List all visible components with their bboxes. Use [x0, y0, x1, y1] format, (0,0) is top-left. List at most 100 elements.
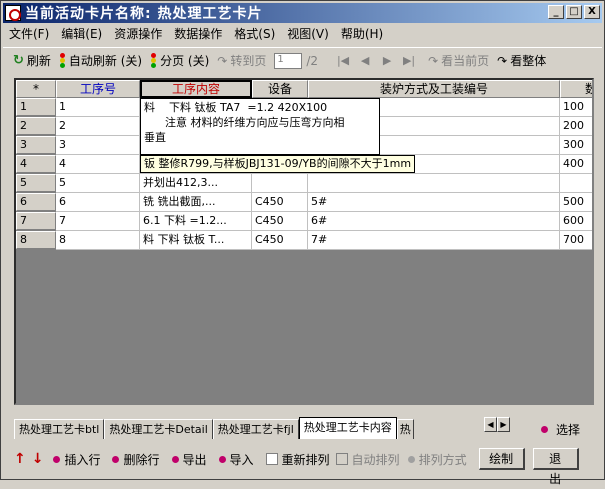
- menu-format[interactable]: 格式(S): [228, 25, 281, 42]
- resort-label: 重新排列: [281, 452, 330, 467]
- import-label: 导入: [229, 452, 254, 467]
- cell-content[interactable]: 铣 铣出截面,...: [140, 193, 252, 212]
- cell-qty[interactable]: 500: [560, 193, 592, 212]
- maximize-button[interactable]: □: [566, 5, 582, 19]
- cell-method[interactable]: [308, 174, 560, 193]
- cell-seq[interactable]: 2: [56, 117, 140, 136]
- sort-mode-dot-icon: [407, 455, 415, 463]
- view-current-label: 看当前页: [441, 54, 490, 68]
- menu-file[interactable]: 文件(F): [3, 25, 55, 42]
- cell-seq[interactable]: 3: [56, 136, 140, 155]
- row-header[interactable]: 7: [16, 212, 56, 230]
- row-header[interactable]: 1: [16, 98, 56, 116]
- auto-refresh-button[interactable]: 自动刷新 (关): [59, 52, 142, 69]
- cell-seq[interactable]: 5: [56, 174, 140, 193]
- menu-view[interactable]: 视图(V): [281, 25, 335, 42]
- grid-corner[interactable]: *: [16, 80, 56, 98]
- paging-label: 分页 (关): [160, 54, 210, 68]
- row-header[interactable]: 8: [16, 231, 56, 249]
- cell-equipment[interactable]: C450: [252, 231, 308, 250]
- col-header-seq[interactable]: 工序号: [56, 80, 140, 98]
- page-input[interactable]: 1: [274, 52, 303, 69]
- menu-data[interactable]: 数据操作: [168, 25, 228, 42]
- col-header-method[interactable]: 装炉方式及工装编号: [308, 80, 560, 98]
- cell-seq[interactable]: 4: [56, 155, 140, 174]
- tab-scroll-left-icon[interactable]: ◀: [484, 417, 497, 432]
- content-tooltip: 钣 整修R799,与样板JBJ131-09/YB的间隙不大于1mm: [140, 155, 416, 173]
- cell-qty[interactable]: 100: [560, 98, 592, 117]
- import-button[interactable]: 导入: [218, 451, 254, 468]
- close-button[interactable]: X: [584, 5, 600, 19]
- move-up-icon[interactable]: ↑: [14, 451, 26, 467]
- cell-equipment[interactable]: [252, 174, 308, 193]
- cell-method[interactable]: 5#: [308, 193, 560, 212]
- cell-equipment[interactable]: C450: [252, 193, 308, 212]
- menu-edit[interactable]: 编辑(E): [55, 25, 108, 42]
- view-current-page-button[interactable]: ↷ 看当前页: [428, 52, 489, 69]
- paging-button[interactable]: 分页 (关): [150, 52, 209, 69]
- last-page-icon[interactable]: ▶|: [398, 54, 420, 67]
- auto-sort-check-box[interactable]: [335, 453, 348, 465]
- view-all-label: 看整体: [510, 54, 547, 68]
- cell-method[interactable]: 7#: [308, 231, 560, 250]
- cell-seq[interactable]: 6: [56, 193, 140, 212]
- row-header[interactable]: 4: [16, 155, 56, 173]
- cell-qty[interactable]: 400: [560, 155, 592, 174]
- view-all-arrow-icon: ↷: [497, 53, 508, 68]
- cell-seq[interactable]: 8: [56, 231, 140, 250]
- import-dot-icon: [218, 455, 226, 463]
- cell-content[interactable]: 并划出412,3...: [140, 174, 252, 193]
- tab-fjl[interactable]: 热处理工艺卡fjl: [212, 419, 299, 439]
- col-header-qty[interactable]: 数: [560, 80, 592, 98]
- cell-content[interactable]: 6.1 下料 =1.2...: [140, 212, 252, 231]
- tab-more[interactable]: 热: [396, 419, 414, 439]
- cell-qty[interactable]: 700: [560, 231, 592, 250]
- row-header[interactable]: 2: [16, 117, 56, 135]
- select-dot-icon: [541, 426, 548, 433]
- menu-help[interactable]: 帮助(H): [335, 25, 389, 42]
- cell-seq[interactable]: 7: [56, 212, 140, 231]
- menu-resource[interactable]: 资源操作: [108, 25, 168, 42]
- cell-seq[interactable]: 1: [56, 98, 140, 117]
- row-header[interactable]: 6: [16, 193, 56, 211]
- cell-content[interactable]: 料 下料 钛板 T...: [140, 231, 252, 250]
- first-page-icon[interactable]: |◀: [332, 54, 354, 67]
- tab-content[interactable]: 热处理工艺卡内容: [298, 417, 397, 439]
- app-icon[interactable]: [5, 5, 21, 21]
- sort-mode-button[interactable]: 排列方式: [407, 451, 467, 468]
- tab-btl[interactable]: 热处理工艺卡btl: [14, 419, 105, 439]
- goto-page-button[interactable]: ↷ 转到页: [217, 52, 266, 69]
- delete-dot-icon: [112, 455, 120, 463]
- cell-qty[interactable]: [560, 174, 592, 193]
- tab-scroll-right-icon[interactable]: ▶: [497, 417, 510, 432]
- refresh-button[interactable]: ↻ 刷新: [13, 52, 51, 69]
- col-header-content[interactable]: 工序内容: [140, 80, 252, 98]
- insert-row-button[interactable]: 插入行: [53, 451, 100, 468]
- resort-checkbox[interactable]: 重新排列: [265, 451, 330, 468]
- cell-equipment[interactable]: C450: [252, 212, 308, 231]
- export-button[interactable]: 导出: [171, 451, 207, 468]
- tab-detail[interactable]: 热处理工艺卡Detail: [104, 419, 213, 439]
- cell-method[interactable]: 6#: [308, 212, 560, 231]
- minimize-button[interactable]: _: [548, 5, 564, 19]
- view-arrow-icon: ↷: [428, 53, 439, 68]
- move-down-icon[interactable]: ↓: [32, 451, 44, 467]
- insert-dot-icon: [53, 455, 61, 463]
- data-grid[interactable]: * 工序号 工序内容 设备 装炉方式及工装编号 数 1 1 100 2 2 20…: [14, 78, 594, 405]
- draw-button[interactable]: 绘制: [478, 448, 525, 470]
- cell-qty[interactable]: 300: [560, 136, 592, 155]
- row-header[interactable]: 5: [16, 174, 56, 192]
- resort-check-box[interactable]: [265, 453, 278, 465]
- exit-button[interactable]: 退 出: [532, 448, 579, 486]
- cell-qty[interactable]: 600: [560, 212, 592, 231]
- auto-sort-checkbox[interactable]: 自动排列: [335, 451, 400, 468]
- select-option[interactable]: 选择: [541, 421, 580, 438]
- col-header-equipment[interactable]: 设备: [252, 80, 308, 98]
- row-header[interactable]: 3: [16, 136, 56, 154]
- cell-qty[interactable]: 200: [560, 117, 592, 136]
- view-all-button[interactable]: ↷ 看整体: [497, 52, 546, 69]
- delete-row-button[interactable]: 删除行: [112, 451, 160, 468]
- next-page-icon[interactable]: ▶: [376, 54, 398, 67]
- window-title: 当前活动卡片名称: 热处理工艺卡片: [25, 6, 263, 22]
- prev-page-icon[interactable]: ◀: [354, 54, 376, 67]
